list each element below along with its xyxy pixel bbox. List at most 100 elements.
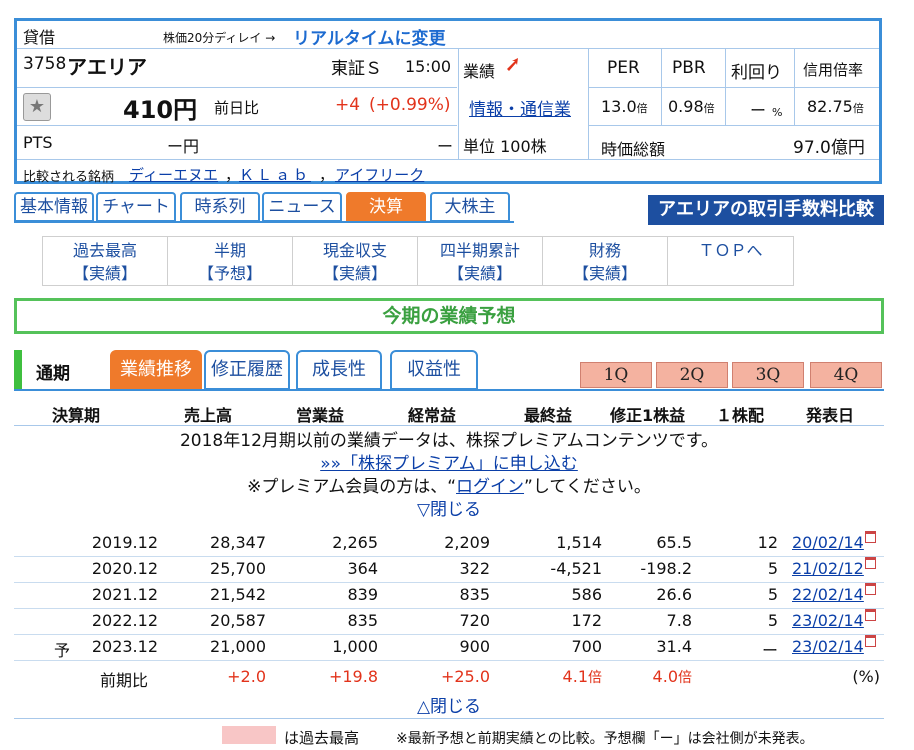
price-change: +4 [335, 95, 361, 115]
favorite-star-icon[interactable]: ★ [23, 93, 51, 121]
collapse-bottom-link[interactable]: △閉じる [417, 697, 481, 717]
cell-div: 5 [767, 611, 778, 630]
compare-stock-2[interactable]: ＫＬａｂ [239, 164, 311, 185]
announce-date-link[interactable]: 20/02/14 [792, 533, 864, 552]
cell-period: 2023.12 [91, 637, 158, 656]
tab-performance-trend[interactable]: 業績推移 [110, 350, 202, 390]
subnav-cash-flow[interactable]: 現金収支 【実績】 [293, 237, 418, 285]
tab-time-series[interactable]: 時系列 [180, 192, 260, 222]
tab-chart[interactable]: チャート [96, 192, 176, 222]
margin-ratio-value: 82.75倍 [807, 97, 864, 116]
document-icon[interactable] [864, 635, 876, 647]
cell-div: 12 [757, 533, 778, 552]
period-label: 通期 [36, 364, 70, 384]
forecast-marker: 予 [54, 641, 71, 660]
cell-div: ー [761, 641, 778, 660]
compare-stock-3[interactable]: アイフリーク [335, 164, 424, 185]
compare-label: 比較される銘柄 [23, 170, 115, 185]
yoy-sales: +2.0 [227, 667, 266, 686]
record-high-swatch [222, 726, 276, 744]
compare-stock-1[interactable]: ディーエヌエ [129, 164, 218, 185]
cell-sales: 28,347 [210, 533, 266, 552]
announce-date-link[interactable]: 22/02/14 [792, 585, 864, 604]
cell-eps: 31.4 [656, 637, 692, 656]
tab-revision-history[interactable]: 修正履歴 [204, 350, 290, 390]
col-header-period: 決算期 [52, 406, 101, 425]
tab-news[interactable]: ニュース [262, 192, 342, 222]
market-cap-label: 時価総額 [601, 140, 666, 159]
yoy-label: 前期比 [100, 671, 149, 690]
quote-box: 貸借 株価20分ディレイ → リアルタイムに変更 3758 アエリア 東証Ｓ 1… [14, 18, 882, 185]
table-row: 2019.12 28,347 2,265 2,209 1,514 65.5 12 20/02/… [14, 530, 884, 557]
section-marker [14, 350, 22, 390]
table-row: 2020.12 25,700 364 322 -4,521 -198.2 5 21/02/12 [14, 556, 884, 583]
document-icon[interactable] [864, 531, 876, 543]
yield-label: 利回り [731, 63, 782, 83]
tab-profitability[interactable]: 収益性 [390, 350, 478, 390]
record-high-legend: は過去最高 [284, 729, 360, 747]
cell-eps: -198.2 [640, 559, 692, 578]
stock-code: 3758 [23, 54, 67, 74]
quarter-3q-button[interactable]: 3Q [732, 362, 804, 388]
quote-time: 15:00 [405, 57, 452, 76]
cell-sales: 21,542 [210, 585, 266, 604]
document-icon[interactable] [864, 557, 876, 569]
cell-ord: 900 [459, 637, 490, 656]
announce-date-link[interactable]: 23/02/14 [792, 637, 864, 656]
lending-badge: 貸借 [23, 28, 56, 47]
document-icon[interactable] [864, 583, 876, 595]
tab-major-shareholders[interactable]: 大株主 [430, 192, 510, 222]
collapse-bottom-container: △閉じる [14, 692, 884, 717]
cell-net: 586 [571, 585, 602, 604]
subnav-top[interactable]: ＴＯＰへ [668, 237, 793, 285]
cell-eps: 65.5 [656, 533, 692, 552]
per-label: PER [607, 58, 640, 78]
login-link[interactable]: ログイン [456, 477, 524, 497]
yoy-row: 前期比 +2.0 +19.8 +25.0 4.1倍 4.0倍 (%) [14, 664, 884, 690]
col-header-net: 最終益 [524, 406, 573, 425]
subnav-financials[interactable]: 財務 【実績】 [543, 237, 668, 285]
market: 東証Ｓ [331, 59, 382, 79]
cell-date: 23/02/14 [792, 635, 876, 656]
fee-comparison-link[interactable]: アエリアの取引手数料比較 [648, 195, 884, 225]
cell-ord: 322 [459, 559, 490, 578]
subnav-record-high[interactable]: 過去最高 【実績】 [43, 237, 168, 285]
cell-op: 364 [347, 559, 378, 578]
premium-signup-link[interactable]: »»「株探プレミアム」に申し込む [320, 454, 578, 474]
tab-growth[interactable]: 成長性 [296, 350, 382, 390]
stock-price: 410円 [123, 96, 198, 124]
sector-link[interactable]: 情報・通信業 [469, 95, 571, 120]
cell-date: 23/02/14 [792, 609, 876, 630]
bottom-separator [14, 718, 884, 719]
login-message: ※プレミアム会員の方は、“ログイン”してください。 [247, 477, 651, 497]
col-header-eps: 修正1株益 [610, 406, 686, 425]
premium-notice: 2018年12月期以前の業績データは、株探プレミアムコンテンツです。 »»「株探… [14, 430, 884, 522]
announce-date-link[interactable]: 23/02/14 [792, 611, 864, 630]
cell-op: 835 [347, 611, 378, 630]
footnote: ※最新予想と前期実績との比較。予想欄「ー」は会社側が未発表。 [396, 731, 814, 747]
collapse-top-link[interactable]: ▽閉じる [417, 500, 481, 520]
quarter-2q-button[interactable]: 2Q [656, 362, 728, 388]
yield-value: ー% [750, 101, 783, 120]
yoy-eps: 4.0倍 [652, 667, 692, 686]
cell-eps: 7.8 [666, 611, 692, 630]
tab-earnings[interactable]: 決算 [346, 192, 426, 222]
announce-date-link[interactable]: 21/02/12 [792, 559, 864, 578]
quarter-1q-button[interactable]: 1Q [580, 362, 652, 388]
cell-period: 2022.12 [91, 611, 158, 630]
yoy-ordinary: +25.0 [440, 667, 490, 686]
yoy-net: 4.1倍 [562, 667, 602, 686]
subnav-half-year[interactable]: 半期 【予想】 [168, 237, 293, 285]
realtime-link[interactable]: リアルタイムに変更 [293, 24, 446, 49]
cell-net: -4,521 [550, 559, 602, 578]
cell-op: 2,265 [332, 533, 378, 552]
document-icon[interactable] [864, 609, 876, 621]
cell-eps: 26.6 [656, 585, 692, 604]
cell-period: 2019.12 [91, 533, 158, 552]
subnav-quarterly[interactable]: 四半期累計 【実績】 [418, 237, 543, 285]
cell-ord: 2,209 [444, 533, 490, 552]
quarter-4q-button[interactable]: 4Q [810, 362, 882, 388]
cell-div: 5 [767, 559, 778, 578]
tab-basic-info[interactable]: 基本情報 [14, 192, 94, 222]
pts-label: PTS [23, 133, 53, 152]
